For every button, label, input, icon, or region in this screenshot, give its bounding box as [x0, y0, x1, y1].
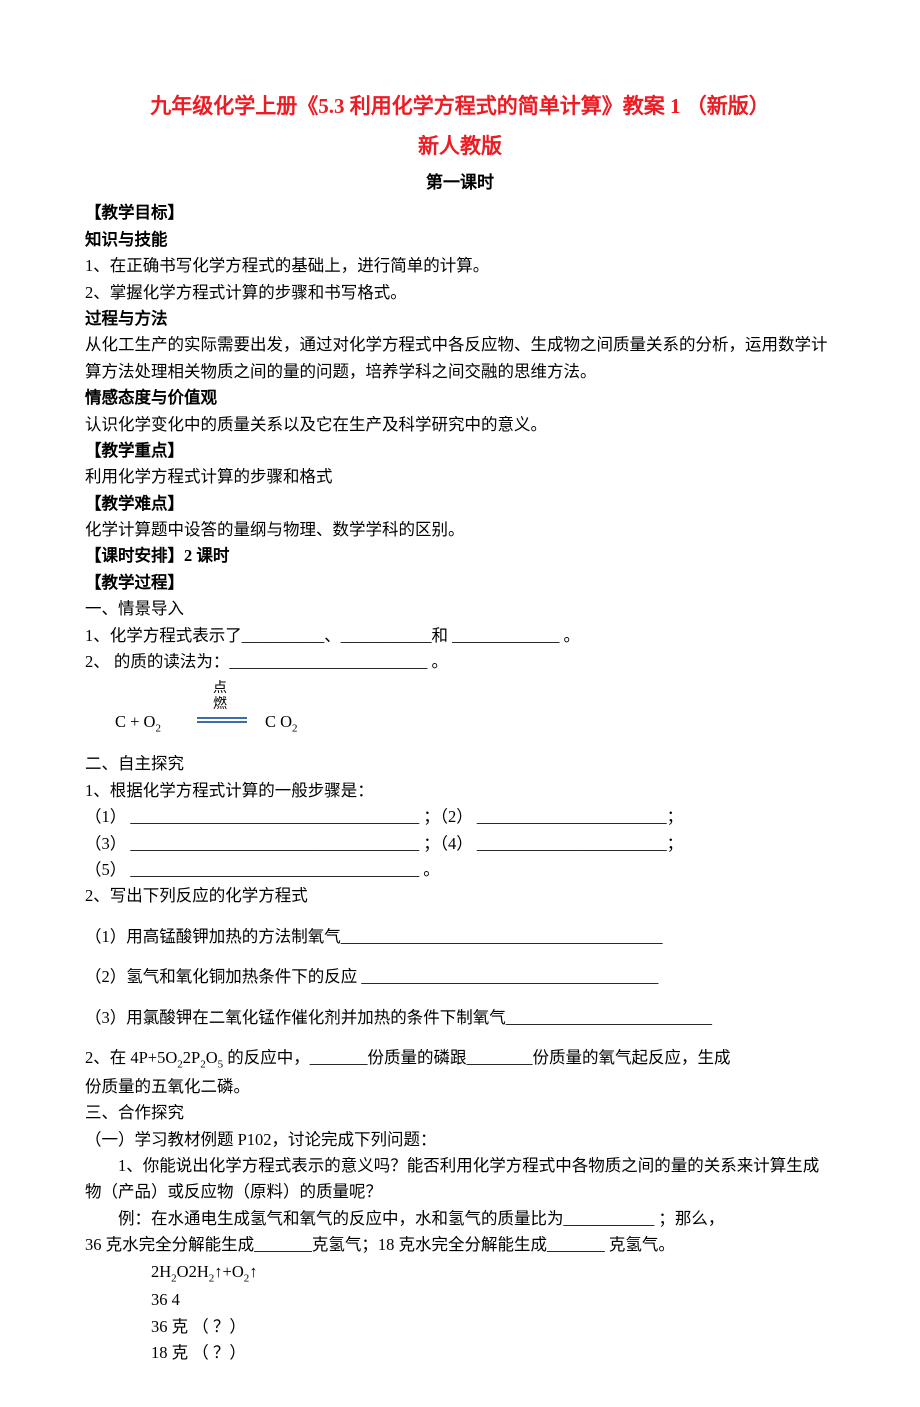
calc-equation: 2H2O2H2↑+O2↑ [151, 1259, 835, 1288]
step2-q2-3: （3）用氯酸钾在二氧化锰作催化剂并加热的条件下制氧气______________… [85, 1005, 835, 1031]
step2-q3-line1: 2、在 4P+5O22P2O5 的反应中，_______份质量的磷跟______… [85, 1045, 835, 1074]
calc-row-masses: 36 4 [151, 1287, 835, 1313]
knowledge-item-1: 1、在正确书写化学方程式的基础上，进行简单的计算。 [85, 253, 835, 279]
reactant-sub: 2 [155, 723, 161, 735]
step3-example-line1: 例：在水通电生成氢气和氧气的反应中，水和氢气的质量比为___________ ；… [85, 1206, 835, 1232]
q3-segment-c: O [206, 1048, 218, 1067]
difficulty-label: 【教学难点】 [85, 494, 184, 513]
calc-eq-a: 2H [151, 1262, 171, 1281]
q3-segment-a: 2、在 4P+5O [85, 1048, 177, 1067]
calc-eq-c: ↑+O [214, 1262, 243, 1281]
calc-row-36g: 36 克 （ ？） [151, 1314, 835, 1340]
step-2-heading: 二、自主探究 [85, 751, 835, 777]
equation-products: C O2 [265, 709, 298, 738]
product-text: C O [265, 712, 292, 731]
keypoints-text: 利用化学方程式计算的步骤和格式 [85, 464, 835, 490]
q3-segment-b: 2P [183, 1048, 200, 1067]
reactant-text: C + O [115, 712, 155, 731]
step2-q1: 1、根据化学方程式计算的一般步骤是： [85, 778, 835, 804]
section-objectives: 【教学目标】 [85, 200, 835, 226]
equation-condition: 点 燃 [213, 681, 227, 712]
calc-36-unit: 克 （ ？） [168, 1317, 246, 1336]
step1-q1: 1、化学方程式表示了__________、___________和 ______… [85, 623, 835, 649]
doc-title-line2: 新人教版 [85, 130, 835, 164]
step2-q2: 2、写出下列反应的化学方程式 [85, 883, 835, 909]
step2-q2-2: （2）氢气和氧化铜加热条件下的反应 ______________________… [85, 964, 835, 990]
process-text: 从化工生产的实际需要出发，通过对化学方程式中各反应物、生成物之间质量关系的分析，… [85, 332, 835, 385]
heading-emotion: 情感态度与价值观 [85, 385, 835, 411]
step-1-heading: 一、情景导入 [85, 596, 835, 622]
periods-text: 【课时安排】2 课时 [85, 546, 229, 565]
step3-q1: 1、你能说出化学方程式表示的意义吗？能否利用化学方程式中各物质之间的量的关系来计… [85, 1153, 835, 1206]
step3-example-line2: 36 克水完全分解能生成_______克氢气；18 克水完全分解能生成_____… [85, 1232, 835, 1258]
knowledge-item-2: 2、掌握化学方程式计算的步骤和书写格式。 [85, 280, 835, 306]
step3-sub1: （一）学习教材例题 P102，讨论完成下列问题： [85, 1127, 835, 1153]
calc-18: 18 [151, 1343, 168, 1362]
document-page: 九年级化学上册《5.3 利用化学方程式的简单计算》教案 1 （新版） 新人教版 … [0, 0, 920, 1407]
equation-reactants: C + O2 [115, 709, 161, 738]
heading-process: 过程与方法 [85, 306, 835, 332]
step2-q1-blank12: （1） ___________________________________ … [85, 804, 835, 830]
calculation-block: 2H2O2H2↑+O2↑ 36 4 36 克 （ ？） 18 克 （ ？） [151, 1259, 835, 1367]
calc-eq-b: O2H [177, 1262, 209, 1281]
keypoints-label: 【教学重点】 [85, 441, 184, 460]
doc-subtitle: 第一课时 [85, 169, 835, 196]
cond-char-1: 点 [213, 681, 227, 696]
doc-title-line1: 九年级化学上册《5.3 利用化学方程式的简单计算》教案 1 （新版） [85, 90, 835, 124]
difficulty-text: 化学计算题中设答的量纲与物理、数学学科的区别。 [85, 517, 835, 543]
calc-row-18g: 18 克 （ ？） [151, 1340, 835, 1366]
step2-q1-blank5: （5） ___________________________________ … [85, 857, 835, 883]
step-3-heading: 三、合作探究 [85, 1100, 835, 1126]
heading-knowledge: 知识与技能 [85, 227, 835, 253]
chemical-equation: 点 燃 C + O2 C O2 [115, 681, 835, 741]
step2-q3-line2: 份质量的五氧化二磷。 [85, 1074, 835, 1100]
section-periods: 【课时安排】2 课时 [85, 543, 835, 569]
section-difficulty: 【教学难点】 [85, 491, 835, 517]
equation-arrow-icon [197, 717, 247, 723]
product-sub: 2 [292, 723, 298, 735]
cond-char-2: 燃 [213, 697, 227, 712]
step2-q1-blank34: （3） ___________________________________ … [85, 831, 835, 857]
calc-18-unit: 克 （ ？） [168, 1343, 246, 1362]
step1-q2: 2、 的质的读法为：________________________ 。 [85, 649, 835, 675]
q3-segment-d: 的反应中，_______份质量的磷跟________份质量的氧气起反应，生成 [223, 1048, 730, 1067]
section-keypoints: 【教学重点】 [85, 438, 835, 464]
step2-q2-1: （1）用高锰酸钾加热的方法制氧气________________________… [85, 924, 835, 950]
emotion-text: 认识化学变化中的质量关系以及它在生产及科学研究中的意义。 [85, 412, 835, 438]
calc-36: 36 [151, 1317, 168, 1336]
calc-eq-d: ↑ [249, 1262, 257, 1281]
section-procedure: 【教学过程】 [85, 570, 835, 596]
